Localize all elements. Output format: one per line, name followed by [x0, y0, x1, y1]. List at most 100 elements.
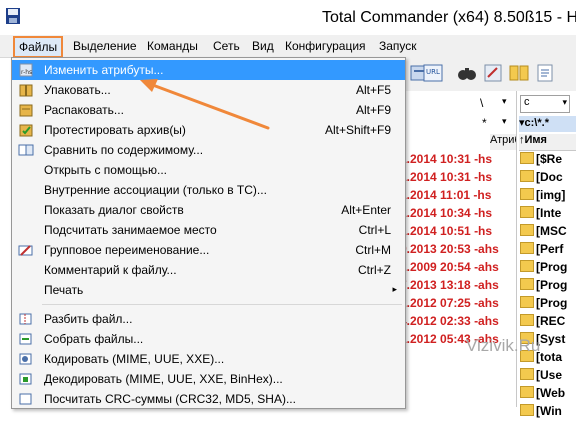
menu-configuration[interactable]: Конфигурация [282, 38, 369, 54]
folder-name: [REC [536, 314, 566, 328]
combine-icon [18, 332, 34, 346]
menu-view[interactable]: Вид [249, 38, 277, 54]
window-title: Total Commander (x64) 8.50ß15 - HE [322, 9, 576, 26]
file-row-date[interactable]: 1.2014 10:31 -hs [400, 152, 516, 170]
menu-files[interactable]: Файлы [13, 36, 64, 58]
menu-item-label: Распаковать... [44, 103, 124, 117]
menu-item-print[interactable]: Печать ▸ [12, 280, 405, 300]
folder-icon [520, 404, 534, 416]
folder-name: [MSC [536, 224, 567, 238]
menu-item-pack[interactable]: Упаковать... Alt+F5 [12, 80, 405, 100]
menu-item-label: Изменить атрибуты... [44, 63, 164, 77]
attributes-icon: r-hs [18, 63, 34, 77]
file-row-date[interactable]: 1.2014 11:01 -hs [400, 188, 516, 206]
menu-item-shortcut: Alt+F9 [355, 103, 391, 117]
list-item[interactable]: [Prog [520, 278, 576, 296]
menu-commands[interactable]: Команды [144, 38, 201, 54]
menu-item-unpack[interactable]: Распаковать... Alt+F9 [12, 100, 405, 120]
file-row-date[interactable]: 9.2013 20:53 -ahs [400, 242, 516, 260]
test-archive-icon [18, 123, 34, 137]
left-filter-slash: \ [480, 96, 484, 110]
list-item[interactable]: [$Re [520, 152, 576, 170]
menu-item-label: Подсчитать занимаемое место [44, 223, 217, 237]
menu-item-change-attributes[interactable]: r-hs Изменить атрибуты... [12, 60, 405, 80]
folder-icon [520, 170, 534, 182]
folder-name: [img] [536, 188, 566, 202]
folder-name: [Prog [536, 296, 568, 310]
folder-icon [520, 260, 534, 272]
menu-item-shortcut: Ctrl+Z [358, 263, 391, 277]
menu-item-file-comment[interactable]: Комментарий к файлу... Ctrl+Z [12, 260, 405, 280]
editor-icon[interactable] [534, 62, 556, 84]
drive-selector[interactable]: c ▾ [520, 95, 570, 113]
menu-item-test-archive[interactable]: Протестировать архив(ы) Alt+Shift+F9 [12, 120, 405, 140]
list-item[interactable]: [MSC [520, 224, 576, 242]
menu-item-split-file[interactable]: Разбить файл... [12, 309, 405, 329]
menu-item-multi-rename[interactable]: Групповое переименование... Ctrl+M [12, 240, 405, 260]
path-bar[interactable]: ▾c:\*.* [519, 116, 576, 132]
list-item[interactable]: [Use [520, 368, 576, 386]
chevron-down-icon: ▾ [562, 97, 567, 107]
menu-item-label: Разбить файл... [44, 312, 133, 326]
floppy-disk-icon[interactable] [6, 8, 20, 24]
menu-item-properties[interactable]: Показать диалог свойств Alt+Enter [12, 200, 405, 220]
menu-item-label: Показать диалог свойств [44, 203, 184, 217]
list-item[interactable]: [Prog [520, 260, 576, 278]
file-row-date[interactable]: 2.2009 20:54 -ahs [400, 260, 516, 278]
unpack-icon [18, 103, 34, 117]
list-item[interactable]: [Doc [520, 170, 576, 188]
menu-item-calc-space[interactable]: Подсчитать занимаемое место Ctrl+L [12, 220, 405, 240]
menu-item-compare-content[interactable]: Сравнить по содержимому... [12, 140, 405, 160]
folder-icon [520, 278, 534, 290]
file-row-date[interactable]: 7.2013 13:18 -ahs [400, 278, 516, 296]
menu-item-shortcut: Alt+Shift+F9 [324, 123, 391, 137]
menu-item-label: Кодировать (MIME, UUE, XXE)... [44, 352, 225, 366]
menu-item-label: Открыть с помощью... [44, 163, 168, 177]
menu-item-internal-associations[interactable]: Внутренние ассоциации (только в TC)... [12, 180, 405, 200]
list-item[interactable]: [Web [520, 386, 576, 404]
submenu-arrow-icon: ▸ [392, 284, 397, 294]
file-row-date[interactable]: 1.2014 10:31 -hs [400, 170, 516, 188]
url-icon[interactable]: URL [422, 62, 444, 84]
menu-item-label: Упаковать... [44, 83, 111, 97]
watermark: Vizivik.Ru [466, 336, 541, 355]
menu-selection[interactable]: Выделение [70, 38, 140, 54]
list-item[interactable]: [Perf [520, 242, 576, 260]
title-bar: Total Commander (x64) 8.50ß15 - HE [0, 0, 576, 34]
binoculars-icon[interactable] [456, 62, 478, 84]
file-row-date[interactable]: 1.2014 10:34 -hs [400, 206, 516, 224]
menu-item-label: Посчитать CRC-суммы (CRC32, MD5, SHA)... [44, 392, 296, 406]
menu-item-encode[interactable]: Кодировать (MIME, UUE, XXE)... [12, 349, 405, 369]
menu-item-open-with[interactable]: Открыть с помощью... [12, 160, 405, 180]
folder-name: [Win [536, 404, 562, 418]
list-item[interactable]: [Prog [520, 296, 576, 314]
menu-item-crc[interactable]: Посчитать CRC-суммы (CRC32, MD5, SHA)... [12, 389, 405, 408]
menu-network[interactable]: Сеть [210, 38, 243, 54]
left-dropdown-arrow-icon[interactable]: ▾ [502, 116, 507, 127]
list-item[interactable]: [REC [520, 314, 576, 332]
file-row-date[interactable]: 2.2012 07:25 -ahs [400, 296, 516, 314]
menu-item-shortcut: Alt+Enter [341, 203, 391, 217]
list-item[interactable]: [img] [520, 188, 576, 206]
menu-item-shortcut: Ctrl+L [358, 223, 391, 237]
decode-icon [18, 372, 34, 386]
folder-icon [520, 206, 534, 218]
menu-separator [42, 304, 402, 305]
menu-launch[interactable]: Запуск [376, 38, 420, 54]
menu-bar: Файлы Выделение Команды Сеть Вид Конфигу… [0, 35, 576, 58]
multi-rename-icon[interactable] [482, 62, 504, 84]
menu-item-label: Декодировать (MIME, UUE, XXE, BinHex)... [44, 372, 283, 386]
attributes-column-header[interactable]: Атриб [490, 134, 521, 150]
list-item[interactable]: [Inte [520, 206, 576, 224]
file-row-date[interactable]: 4.2012 02:33 -ahs [400, 314, 516, 332]
name-column-header[interactable]: ↑Имя [519, 134, 576, 151]
folder-icon [520, 386, 534, 398]
folder-name: [Prog [536, 260, 568, 274]
left-dropdown-arrow-icon[interactable]: ▾ [502, 96, 507, 107]
menu-item-decode[interactable]: Декодировать (MIME, UUE, XXE, BinHex)... [12, 369, 405, 389]
menu-item-combine-files[interactable]: Собрать файлы... [12, 329, 405, 349]
crc-icon [18, 392, 34, 406]
pack-icon [18, 83, 34, 97]
sync-dirs-icon[interactable] [508, 62, 530, 84]
file-row-date[interactable]: 1.2014 10:51 -hs [400, 224, 516, 242]
